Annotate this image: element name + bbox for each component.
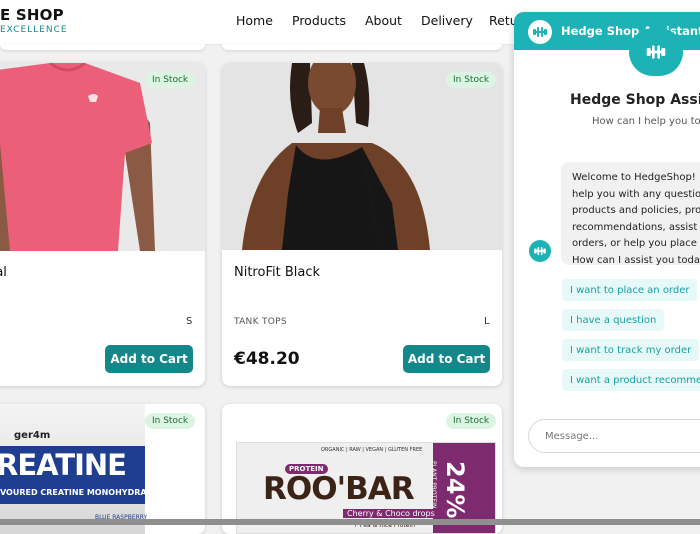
assistant-message-bubble: Welcome to HedgeShop! I help you with an…: [561, 162, 700, 266]
chat-header-title: Hedge Shop Assistant: [561, 24, 700, 38]
nav-home[interactable]: Home: [236, 13, 273, 28]
hedgehog-logo-icon: [528, 20, 552, 44]
product-size: S: [186, 316, 193, 327]
add-to-cart-button[interactable]: Add to Cart: [403, 345, 490, 373]
product-card[interactable]: In Stock NitroFit Black TANK TOPS L €48.…: [222, 63, 502, 386]
suggestion-track-order[interactable]: I want to track my order: [562, 339, 700, 361]
chat-subtitle: How can I help you tod: [592, 116, 700, 127]
bottom-bar: [0, 519, 700, 525]
chat-title: Hedge Shop Assi: [570, 92, 700, 108]
product-card[interactable]: ORGANIC | RAW | VEGAN | GLUTEN FREE PROT…: [222, 404, 502, 534]
logo-title[interactable]: E SHOP: [0, 6, 64, 24]
nav-delivery[interactable]: Delivery: [421, 13, 473, 28]
nav-about[interactable]: About: [365, 13, 402, 28]
product-image[interactable]: [222, 63, 502, 250]
previous-card-edge: [0, 44, 205, 50]
assistant-avatar-icon: [629, 28, 683, 76]
suggestion-place-order[interactable]: I want to place an order: [562, 279, 698, 301]
product-category: TANK TOPS: [234, 317, 287, 327]
product-image[interactable]: [0, 63, 205, 251]
product-card[interactable]: In Stock ral S Add to Cart: [0, 63, 205, 386]
product-name[interactable]: ral: [0, 265, 7, 280]
pink-tshirt-image: [0, 63, 205, 251]
stock-badge: In Stock: [145, 413, 196, 429]
product-card[interactable]: ger4m REATINE VOURED CREATINE MONOHYDRAT…: [0, 404, 205, 534]
logo-subtitle: EXCELLENCE: [0, 25, 68, 35]
previous-card-edge: [222, 44, 502, 50]
suggestion-question[interactable]: I have a question: [562, 309, 665, 331]
message-input[interactable]: [528, 419, 700, 453]
product-size: L: [484, 316, 490, 327]
black-tank-top-image: [222, 63, 502, 250]
add-to-cart-button[interactable]: Add to Cart: [105, 345, 193, 373]
creatine-tub-image: ger4m REATINE VOURED CREATINE MONOHYDRAT…: [0, 404, 157, 534]
assistant-message-text: Welcome to HedgeShop! I help you with an…: [572, 172, 700, 266]
assistant-message-avatar-icon: [529, 240, 551, 262]
chat-widget: Hedge Shop Assistant Hedge Shop Assi How…: [514, 12, 700, 467]
suggestion-product-recommendation[interactable]: I want a product recomme: [562, 369, 700, 391]
stock-badge: In Stock: [446, 72, 497, 88]
stock-badge: In Stock: [446, 413, 497, 429]
nav-products[interactable]: Products: [292, 13, 346, 28]
product-name[interactable]: NitroFit Black: [234, 265, 320, 280]
stock-badge: In Stock: [145, 72, 196, 88]
product-price: €48.20: [234, 349, 300, 369]
